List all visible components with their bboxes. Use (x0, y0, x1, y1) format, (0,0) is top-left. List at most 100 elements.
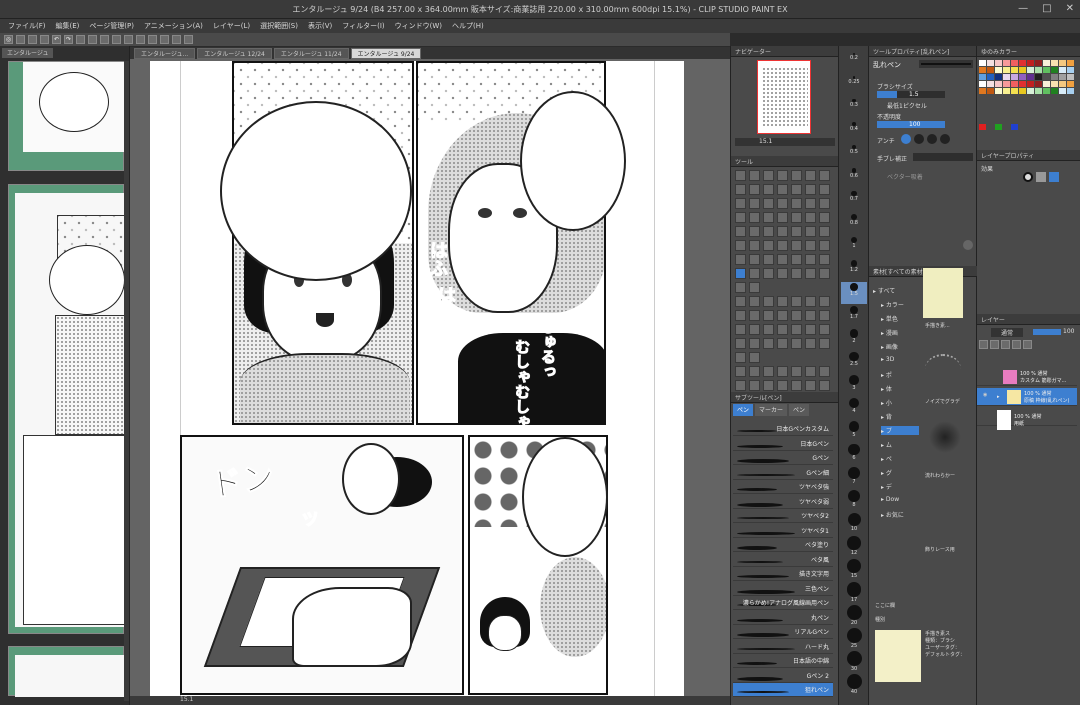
tool-icon[interactable] (763, 226, 774, 237)
color-swatch[interactable] (1059, 88, 1066, 94)
tool-icon[interactable] (805, 324, 816, 335)
new-folder-icon[interactable] (1001, 340, 1010, 349)
color-swatch[interactable] (1027, 60, 1034, 66)
color-swatch[interactable] (1035, 60, 1042, 66)
material-item[interactable]: ノイズでグラデ (925, 398, 960, 405)
color-swatch[interactable] (1027, 74, 1034, 80)
color-swatch[interactable] (1067, 88, 1074, 94)
delete-layer-icon[interactable] (1023, 340, 1032, 349)
layer-color-icon[interactable] (1049, 172, 1059, 182)
settings-icon[interactable] (184, 35, 193, 44)
material-tree-item[interactable]: ▸ カラー (881, 300, 904, 309)
tool-icon[interactable] (749, 366, 760, 377)
tool-icon[interactable] (777, 212, 788, 223)
tool-icon[interactable] (791, 366, 802, 377)
close-button[interactable]: ✕ (1066, 3, 1074, 14)
color-swatch[interactable] (987, 88, 994, 94)
brush-item[interactable]: ツヤベタ1 (733, 524, 833, 538)
tool-icon[interactable] (749, 198, 760, 209)
color-swatch[interactable] (987, 74, 994, 80)
tool-icon[interactable] (777, 254, 788, 265)
brush-size-option[interactable]: 1.7 (841, 305, 867, 327)
tab-document-1[interactable]: エンタルージュ... (134, 48, 196, 59)
tool-icon[interactable] (763, 268, 774, 279)
tool-icon[interactable] (777, 366, 788, 377)
tool-icon[interactable] (749, 338, 760, 349)
menu-layer[interactable]: レイヤー(L) (213, 21, 250, 31)
brush-size-option[interactable]: 0.25 (841, 75, 867, 97)
color-swatch[interactable] (979, 81, 986, 87)
color-swatch[interactable] (1059, 67, 1066, 73)
brush-size-option[interactable]: 40 (841, 673, 867, 695)
brush-item[interactable]: ツヤベタ強 (733, 480, 833, 494)
tool-icon[interactable] (777, 240, 788, 251)
color-swatch[interactable] (1003, 67, 1010, 73)
color-swatch[interactable] (1003, 81, 1010, 87)
color-swatch[interactable] (1067, 74, 1074, 80)
menu-view[interactable]: 表示(V) (308, 21, 332, 31)
tool-icon[interactable] (763, 198, 774, 209)
color-swatch[interactable] (979, 124, 986, 130)
stabilize-slider[interactable] (913, 153, 973, 161)
brush-size-option[interactable]: 25 (841, 627, 867, 649)
brush-size-option[interactable]: 0.4 (841, 121, 867, 143)
color-swatch[interactable] (1051, 74, 1058, 80)
tool-icon[interactable] (749, 268, 760, 279)
tool-icon[interactable] (791, 198, 802, 209)
tool-icon[interactable] (805, 212, 816, 223)
tool-icon[interactable] (749, 254, 760, 265)
material-tree-item[interactable]: ▸ 背 (881, 412, 892, 421)
color-swatch[interactable] (1019, 74, 1026, 80)
minimize-button[interactable]: — (1018, 3, 1028, 14)
color-swatch[interactable] (1027, 81, 1034, 87)
layer-row[interactable]: 100 % 通常 カスタム 筋彫ガマ... (977, 368, 1077, 386)
material-tree-item[interactable]: ▸ デ (881, 482, 892, 491)
brush-item[interactable]: 描き文字用 (733, 567, 833, 581)
brush-item[interactable]: Gペン細 (733, 466, 833, 480)
tool-icon[interactable] (791, 170, 802, 181)
material-tree-item[interactable]: ▸ 漫画 (881, 328, 898, 337)
new-raster-layer-icon[interactable] (979, 340, 988, 349)
tool-icon[interactable] (819, 184, 830, 195)
color-swatch[interactable] (987, 67, 994, 73)
color-swatch[interactable] (1043, 60, 1050, 66)
tool-icon[interactable] (735, 226, 746, 237)
tool-icon[interactable] (735, 380, 746, 391)
undo-icon[interactable]: ↶ (52, 35, 61, 44)
color-swatch[interactable] (1027, 67, 1034, 73)
tool-icon[interactable] (777, 268, 788, 279)
color-swatch[interactable] (1035, 81, 1042, 87)
color-swatch[interactable] (1019, 67, 1026, 73)
tool-icon[interactable] (791, 240, 802, 251)
material-tree-item[interactable]: ▸ Dow (881, 496, 899, 503)
tool-icon[interactable] (791, 268, 802, 279)
color-swatch[interactable] (1035, 88, 1042, 94)
color-swatch[interactable] (1059, 60, 1066, 66)
tool-icon[interactable] (791, 380, 802, 391)
tool-icon[interactable] (735, 254, 746, 265)
tool-icon[interactable] (763, 324, 774, 335)
brush-size-value[interactable]: 1.5 (909, 91, 919, 98)
tool-icon[interactable] (805, 254, 816, 265)
tool-icon[interactable] (735, 240, 746, 251)
brush-item[interactable]: 濃らかめ!アナログ風線画用ペン (733, 596, 833, 610)
brush-item[interactable]: ベタ風 (733, 553, 833, 567)
tool-icon[interactable] (763, 254, 774, 265)
brush-size-option[interactable]: 1 (841, 236, 867, 258)
tool-icon[interactable] (819, 338, 830, 349)
material-tree-item[interactable]: ▸ ポ (881, 370, 892, 379)
layer-mask-icon[interactable] (1012, 340, 1021, 349)
color-swatch[interactable] (1011, 88, 1018, 94)
subtool-tab-marker[interactable]: マーカー (755, 404, 788, 416)
color-swatch[interactable] (1051, 60, 1058, 66)
menu-animation[interactable]: アニメーション(A) (144, 21, 203, 31)
tool-icon[interactable] (805, 198, 816, 209)
tool-icon[interactable] (819, 170, 830, 181)
tool-icon[interactable] (819, 296, 830, 307)
tool-icon[interactable] (777, 380, 788, 391)
snap-special-icon[interactable] (148, 35, 157, 44)
brush-size-option[interactable]: 0.2 (841, 52, 867, 74)
tool-icon[interactable] (819, 380, 830, 391)
tool-icon[interactable] (805, 226, 816, 237)
menu-page[interactable]: ページ管理(P) (89, 21, 134, 31)
